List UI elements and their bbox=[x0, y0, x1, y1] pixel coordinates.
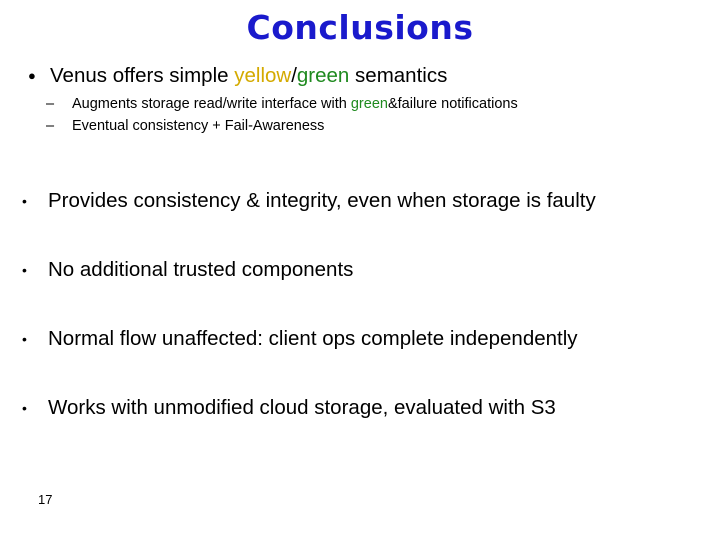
main-bullet-item: • No additional trusted components bbox=[18, 257, 718, 326]
round-dot-bullet-icon: ● bbox=[28, 68, 36, 83]
sub-bullet-item: – Augments storage read/write interface … bbox=[46, 94, 716, 115]
slide-body: ● Venus offers simple yellow/green seman… bbox=[0, 56, 720, 476]
dot-bullet-icon: • bbox=[22, 331, 27, 347]
keyword-green: green bbox=[350, 96, 388, 112]
dash-bullet-icon: – bbox=[46, 118, 55, 134]
sub-bullet-text-part2: &failure notifications bbox=[387, 96, 518, 112]
bullet-lead: ● Venus offers simple yellow/green seman… bbox=[26, 62, 686, 90]
sub-bullet-text-part1: Augments storage read/write interface wi… bbox=[72, 96, 351, 112]
dot-bullet-icon: • bbox=[22, 193, 27, 209]
main-bullet-text: Provides consistency & integrity, even w… bbox=[48, 189, 596, 212]
keyword-yellow: yellow bbox=[234, 64, 292, 87]
bullet-lead-text: Venus offers simple yellow/green semanti… bbox=[50, 62, 686, 90]
main-bullet-item: • Provides consistency & integrity, even… bbox=[18, 188, 718, 257]
sub-bullet-text: Augments storage read/write interface wi… bbox=[72, 94, 716, 115]
dash-bullet-icon: – bbox=[46, 96, 55, 112]
bullet-lead-text-part2: semantics bbox=[349, 64, 448, 87]
main-bullet-item: • Works with unmodified cloud storage, e… bbox=[18, 395, 718, 464]
main-bullet-text: No additional trusted components bbox=[48, 258, 354, 281]
dot-bullet-icon: • bbox=[22, 262, 27, 278]
sub-bullet-list: – Augments storage read/write interface … bbox=[46, 94, 716, 138]
main-bullet-text: Works with unmodified cloud storage, eva… bbox=[48, 396, 556, 419]
main-bullet-item: • Normal flow unaffected: client ops com… bbox=[18, 326, 718, 395]
sub-bullet-text: Eventual consistency + Fail-Awareness bbox=[72, 116, 716, 137]
dot-bullet-icon: • bbox=[22, 400, 27, 416]
presentation-slide: Conclusions ● Venus offers simple yellow… bbox=[0, 0, 720, 540]
keyword-green: green bbox=[296, 64, 350, 87]
sub-bullet-text-part1: Eventual consistency + Fail-Awareness bbox=[72, 118, 325, 134]
bullet-lead-text-part1: Venus offers simple bbox=[50, 64, 235, 87]
sub-bullet-item: – Eventual consistency + Fail-Awareness bbox=[46, 116, 716, 137]
slide-number: 17 bbox=[38, 492, 53, 507]
main-bullet-text: Normal flow unaffected: client ops compl… bbox=[48, 327, 578, 350]
main-bullet-list: • Provides consistency & integrity, even… bbox=[18, 188, 718, 464]
slide-title: Conclusions bbox=[246, 8, 474, 47]
